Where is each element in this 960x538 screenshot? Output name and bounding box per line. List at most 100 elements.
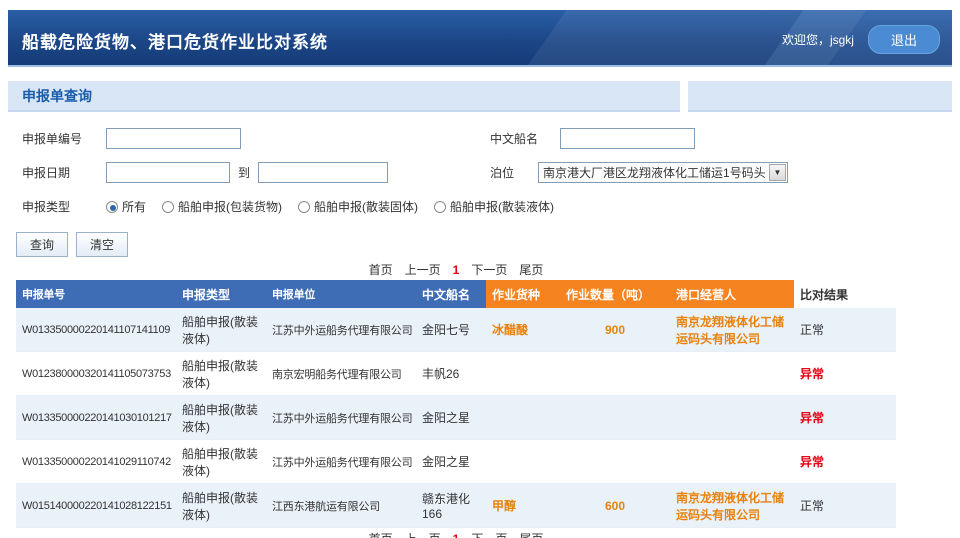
cell-declaring-unit: 江苏中外运船务代理有限公司 bbox=[266, 407, 416, 429]
pagination-first[interactable]: 首页 bbox=[369, 263, 393, 277]
table-row[interactable]: W013350000220141107141109 船舶申报(散装液体) 江苏中… bbox=[16, 308, 896, 352]
cell-quantity: 900 bbox=[560, 320, 670, 340]
cell-compare-result: 异常 bbox=[794, 450, 894, 473]
app-title: 船载危险货物、港口危货作业比对系统 bbox=[22, 28, 328, 53]
cell-port-operator: 南京龙翔液体化工储运码头有限公司 bbox=[670, 310, 794, 350]
welcome-text: 欢迎您，jsgkj bbox=[782, 31, 854, 48]
radio-circle-icon[interactable] bbox=[434, 201, 446, 213]
declaration-no-label: 申报单编号 bbox=[22, 130, 106, 147]
table-header-cargo-type: 作业货种 bbox=[486, 280, 560, 308]
radio-option-bulk-liquid[interactable]: 船舶申报(散装液体) bbox=[434, 198, 554, 215]
section-bar: 申报单查询 bbox=[8, 81, 952, 112]
table-header-declaration-type: 申报类型 bbox=[176, 280, 266, 308]
radio-circle-icon[interactable] bbox=[298, 201, 310, 213]
section-bar-side bbox=[688, 81, 952, 112]
cell-ship-name: 丰帆26 bbox=[416, 362, 486, 385]
date-to-word: 到 bbox=[238, 164, 250, 181]
dropdown-arrow-icon[interactable]: ▼ bbox=[769, 164, 786, 181]
declaration-no-group: 申报单编号 bbox=[22, 128, 241, 149]
pagination-current-page: 1 bbox=[453, 263, 460, 277]
pagination-prev[interactable]: 上一页 bbox=[405, 263, 441, 277]
radio-circle-icon[interactable] bbox=[106, 201, 118, 213]
cell-port-operator bbox=[670, 415, 794, 421]
page-title: 申报单查询 bbox=[8, 86, 92, 106]
declaration-type-label: 申报类型 bbox=[22, 198, 106, 215]
section-bar-main: 申报单查询 bbox=[8, 81, 680, 112]
app-header: 船载危险货物、港口危货作业比对系统 欢迎您，jsgkj 退出 bbox=[8, 10, 952, 67]
ship-name-group: 中文船名 bbox=[490, 128, 695, 149]
cell-ship-name: 金阳之星 bbox=[416, 450, 486, 473]
cell-compare-result: 异常 bbox=[794, 406, 894, 429]
radio-option-label[interactable]: 船舶申报(包装货物) bbox=[178, 198, 282, 215]
cell-cargo-type: 冰醋酸 bbox=[486, 318, 560, 341]
logout-button[interactable]: 退出 bbox=[868, 25, 940, 54]
cell-declaration-type: 船舶申报(散装液体) bbox=[176, 310, 266, 350]
table-row[interactable]: W013350000220141029110742 船舶申报(散装液体) 江苏中… bbox=[16, 440, 896, 484]
pagination-current-page: 1 bbox=[453, 532, 460, 538]
berth-label: 泊位 bbox=[490, 164, 538, 181]
cell-declaration-no: W012380000320141105073753 bbox=[16, 365, 176, 383]
ship-name-input[interactable] bbox=[560, 128, 695, 149]
table-row[interactable]: W013350000220141030101217 船舶申报(散装液体) 江苏中… bbox=[16, 396, 896, 440]
radio-option-packaged[interactable]: 船舶申报(包装货物) bbox=[162, 198, 282, 215]
header-right: 欢迎您，jsgkj 退出 bbox=[782, 25, 940, 54]
pagination-next[interactable]: 下一页 bbox=[471, 532, 507, 538]
cell-declaration-type: 船舶申报(散装液体) bbox=[176, 486, 266, 526]
table-header-port-operator: 港口经营人 bbox=[670, 280, 794, 308]
page: 船载危险货物、港口危货作业比对系统 欢迎您，jsgkj 退出 申报单查询 申报单… bbox=[0, 0, 960, 538]
pagination-next[interactable]: 下一页 bbox=[471, 263, 507, 277]
query-button[interactable]: 查询 bbox=[16, 232, 68, 257]
pagination-last[interactable]: 尾页 bbox=[519, 263, 543, 277]
pagination-last[interactable]: 尾页 bbox=[519, 532, 543, 538]
cell-declaration-type: 船舶申报(散装液体) bbox=[176, 354, 266, 394]
radio-option-label[interactable]: 船舶申报(散装液体) bbox=[450, 198, 554, 215]
date-range-group: 申报日期 到 bbox=[22, 162, 388, 183]
berth-select[interactable]: 南京港大厂港区龙翔液体化工储运1号码头 ▼ bbox=[538, 162, 788, 183]
cell-cargo-type bbox=[486, 415, 560, 421]
ship-name-label: 中文船名 bbox=[490, 130, 560, 147]
cell-compare-result: 正常 bbox=[794, 318, 894, 341]
cell-port-operator bbox=[670, 459, 794, 465]
radio-option-label[interactable]: 船舶申报(散装固体) bbox=[314, 198, 418, 215]
pagination-first[interactable]: 首页 bbox=[369, 532, 393, 538]
table-row[interactable]: W015140000220141028122151 船舶申报(散装液体) 江西东… bbox=[16, 484, 896, 528]
results-table: 申报单号 申报类型 申报单位 中文船名 作业货种 作业数量（吨） 港口经营人 比… bbox=[16, 280, 896, 528]
cell-cargo-type bbox=[486, 459, 560, 465]
pagination-bottom: 首页 上一页 1 下一页 尾页 bbox=[16, 530, 896, 538]
cell-compare-result: 正常 bbox=[794, 494, 894, 517]
cell-ship-name: 金阳之星 bbox=[416, 406, 486, 429]
date-from-input[interactable] bbox=[106, 162, 230, 183]
radio-option-label[interactable]: 所有 bbox=[122, 198, 146, 215]
cell-quantity bbox=[560, 459, 670, 465]
cell-declaring-unit: 江苏中外运船务代理有限公司 bbox=[266, 451, 416, 473]
cell-port-operator bbox=[670, 371, 794, 377]
form-buttons: 查询 清空 bbox=[16, 232, 136, 257]
cell-declaring-unit: 江苏中外运船务代理有限公司 bbox=[266, 319, 416, 341]
date-to-input[interactable] bbox=[258, 162, 388, 183]
query-form: 申报单编号 中文船名 申报日期 到 泊位 南京港大厂港区龙翔液体化工储运1号码头… bbox=[8, 118, 952, 260]
radio-option-all[interactable]: 所有 bbox=[106, 198, 146, 215]
cell-declaring-unit: 江西东港航运有限公司 bbox=[266, 495, 416, 517]
table-header-ship-name: 中文船名 bbox=[416, 280, 486, 308]
declaration-type-group: 申报类型 所有 船舶申报(包装货物) 船舶申报(散装固体) 船舶申报(散装液体) bbox=[22, 198, 570, 215]
cell-declaration-no: W013350000220141107141109 bbox=[16, 321, 176, 339]
cell-cargo-type bbox=[486, 371, 560, 377]
berth-group: 泊位 南京港大厂港区龙翔液体化工储运1号码头 ▼ bbox=[490, 162, 788, 183]
pagination-top: 首页上一页 1 下一页尾页 bbox=[16, 261, 896, 278]
table-header-compare-result: 比对结果 bbox=[794, 280, 894, 308]
cell-compare-result: 异常 bbox=[794, 362, 894, 385]
clear-button[interactable]: 清空 bbox=[76, 232, 128, 257]
pagination-prev[interactable]: 上一页 bbox=[405, 532, 441, 538]
table-header-row: 申报单号 申报类型 申报单位 中文船名 作业货种 作业数量（吨） 港口经营人 比… bbox=[16, 280, 896, 308]
cell-ship-name: 赣东港化166 bbox=[416, 487, 486, 524]
radio-option-bulk-solid[interactable]: 船舶申报(散装固体) bbox=[298, 198, 418, 215]
radio-circle-icon[interactable] bbox=[162, 201, 174, 213]
cell-cargo-type: 甲醇 bbox=[486, 494, 560, 517]
declaration-no-input[interactable] bbox=[106, 128, 241, 149]
cell-declaration-no: W015140000220141028122151 bbox=[16, 497, 176, 515]
table-body: W013350000220141107141109 船舶申报(散装液体) 江苏中… bbox=[16, 308, 896, 528]
cell-ship-name: 金阳七号 bbox=[416, 318, 486, 341]
table-row[interactable]: W012380000320141105073753 船舶申报(散装液体) 南京宏… bbox=[16, 352, 896, 396]
cell-quantity bbox=[560, 371, 670, 377]
table-header-declaration-no: 申报单号 bbox=[16, 280, 176, 308]
